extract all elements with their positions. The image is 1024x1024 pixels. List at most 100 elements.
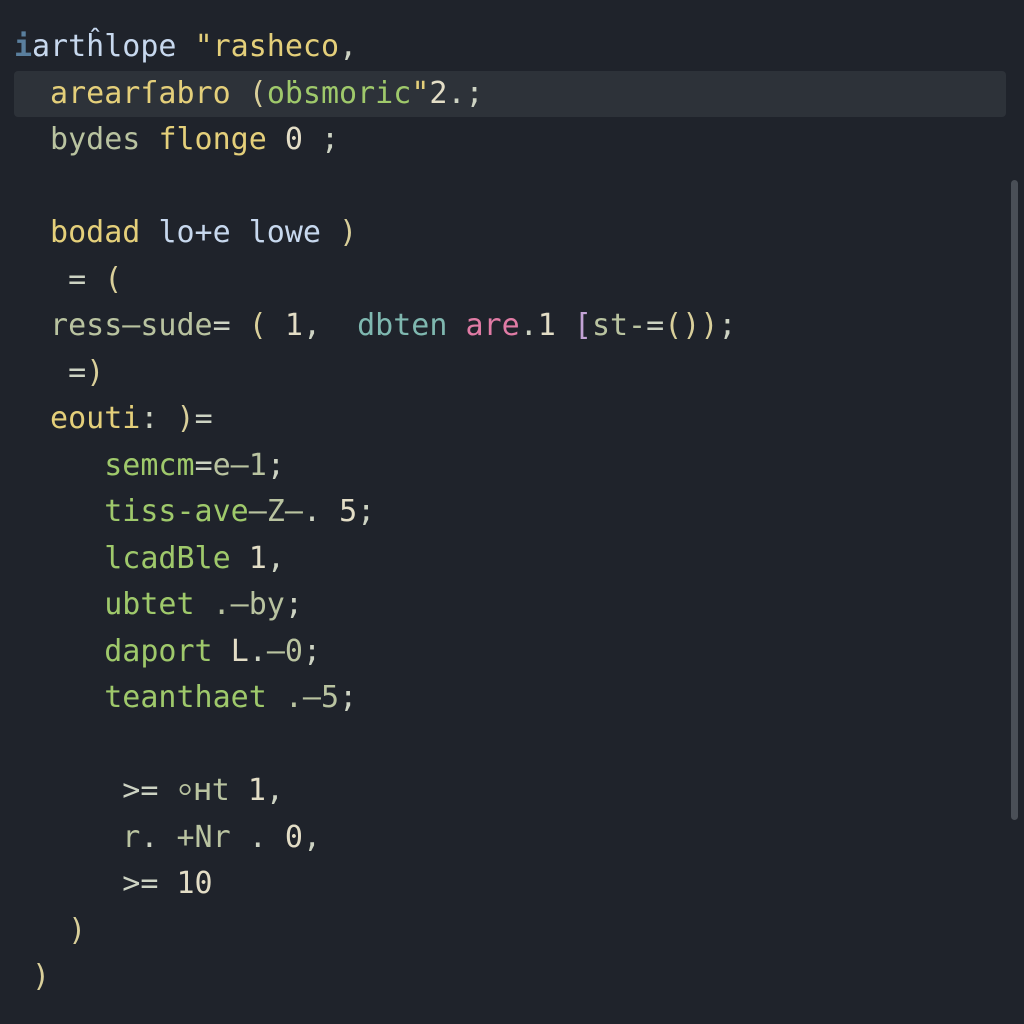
code-line[interactable]: >= ⸰ʜt 1, [14, 768, 1006, 815]
code-token: lo+e [158, 215, 248, 250]
code-token: .–by [213, 587, 285, 622]
code-line[interactable]: ) [14, 908, 1006, 955]
code-line[interactable] [14, 164, 1006, 211]
code-token: r [32, 820, 140, 855]
code-token: ; [285, 587, 303, 622]
code-line[interactable]: ) [14, 954, 1006, 1001]
code-token: ) [32, 959, 50, 994]
gutter-cell [14, 443, 28, 490]
code-line[interactable]: iartĥlope "rasheco, [14, 24, 1006, 71]
code-token: ) [86, 355, 104, 390]
code-token: = [195, 448, 213, 483]
code-token: L [231, 634, 249, 669]
code-line[interactable]: >= 10 [14, 861, 1006, 908]
code-token: 1 [248, 773, 266, 808]
code-line[interactable]: tiss-ave–Z–. 5; [14, 489, 1006, 536]
code-line[interactable]: daport L.–0; [14, 629, 1006, 676]
code-token: : [140, 401, 176, 436]
code-token: . [249, 820, 285, 855]
code-token: ; [466, 76, 484, 111]
code-token: , [303, 308, 339, 343]
gutter-cell [14, 722, 28, 769]
code-token: . [447, 76, 465, 111]
code-token: . [520, 308, 538, 343]
code-token: 5 [339, 494, 357, 529]
code-line[interactable]: r. +Nr . 0, [14, 815, 1006, 862]
gutter-cell [14, 257, 28, 304]
gutter-cell [14, 71, 28, 118]
code-token: are [466, 308, 520, 343]
code-token: +Nr [158, 820, 248, 855]
code-line[interactable]: =) [14, 350, 1006, 397]
code-token: 10 [177, 866, 213, 901]
code-token: , [266, 773, 284, 808]
code-token: ⸰ʜt [177, 773, 248, 808]
gutter-cell [14, 815, 28, 862]
code-line[interactable]: ubtet .–by; [14, 582, 1006, 629]
code-token: lowe [249, 215, 339, 250]
code-token: 1 [538, 308, 574, 343]
code-token: " [411, 76, 429, 111]
code-token: –Z– [249, 494, 303, 529]
scrollbar-thumb[interactable] [1011, 180, 1018, 820]
code-token: 0 [285, 820, 303, 855]
gutter-cell [14, 489, 28, 536]
gutter-cell [14, 164, 28, 211]
code-token: ; [303, 634, 321, 669]
code-token: ; [267, 448, 285, 483]
gutter-cell [14, 629, 28, 676]
code-token: ; [303, 122, 339, 157]
code-token: ) [177, 401, 195, 436]
code-token: . [140, 820, 158, 855]
gutter-cell [14, 303, 28, 350]
gutter-cell [14, 210, 28, 257]
code-line[interactable]: eouti: )= [14, 396, 1006, 443]
gutter-cell: i [14, 24, 28, 71]
code-line[interactable]: bydes flonge 0 ; [14, 117, 1006, 164]
code-token: ; [718, 308, 736, 343]
code-token: bodad [32, 215, 158, 250]
code-token: st- [592, 308, 646, 343]
gutter-cell [14, 117, 28, 164]
code-line[interactable]: teanthaet .–5; [14, 675, 1006, 722]
code-token: bydes [32, 122, 158, 157]
gutter-cell [14, 396, 28, 443]
code-token: = [213, 308, 249, 343]
code-line[interactable]: semcm=e–1; [14, 443, 1006, 490]
code-token: eouti [32, 401, 140, 436]
code-token: e–1 [213, 448, 267, 483]
code-token: teanthaet [32, 680, 285, 715]
code-token: ) [682, 308, 700, 343]
gutter-cell [14, 350, 28, 397]
code-token: [ [574, 308, 592, 343]
code-token: >= [32, 866, 177, 901]
code-editor[interactable]: iartĥlope "rasheco, arearſabro (oḃsmoric… [0, 0, 1024, 1024]
code-token: 0 [285, 122, 303, 157]
code-token: . [303, 494, 339, 529]
code-token: = [32, 355, 86, 390]
code-token: >= [32, 773, 177, 808]
code-line[interactable]: = ( [14, 257, 1006, 304]
code-token: ( [249, 76, 267, 111]
gutter-cell [14, 536, 28, 583]
code-token: ubtet [32, 587, 213, 622]
code-token: 2 [429, 76, 447, 111]
code-line[interactable]: arearſabro (oḃsmoric"2.; [14, 71, 1006, 118]
code-line[interactable] [14, 722, 1006, 769]
code-line[interactable]: lcadBle 1, [14, 536, 1006, 583]
code-token: oḃsmoric [267, 76, 412, 111]
code-token: –0 [267, 634, 303, 669]
code-token: , [267, 541, 285, 576]
code-token: ; [339, 680, 357, 715]
code-token: ) [700, 308, 718, 343]
code-token: artĥlope [32, 29, 195, 64]
code-token: flonge [158, 122, 284, 157]
code-token: ( [249, 308, 285, 343]
code-token: , [339, 29, 357, 64]
code-token: , [303, 820, 321, 855]
code-line[interactable]: bodad lo+e lowe ) [14, 210, 1006, 257]
code-token: .–5 [285, 680, 339, 715]
code-line[interactable]: ress–sude= ( 1, dbten are.1 [st-=()); [14, 303, 1006, 350]
gutter-cell [14, 768, 28, 815]
code-token: daport [32, 634, 231, 669]
